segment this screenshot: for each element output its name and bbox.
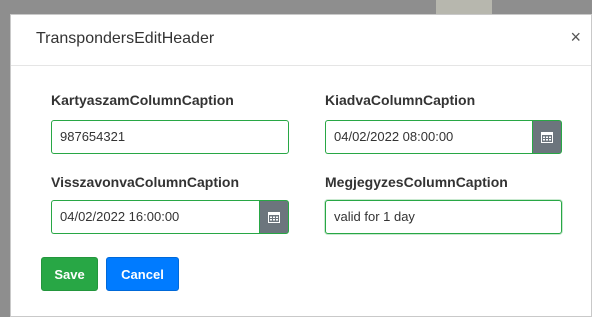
kiadva-label: KiadvaColumnCaption	[325, 92, 476, 108]
background-strip	[436, 0, 492, 14]
kiadva-date-picker: 04/02/2022 08:00:00	[325, 120, 562, 154]
visszavonva-input[interactable]: 04/02/2022 16:00:00	[51, 200, 259, 234]
kartyaszam-input[interactable]: 987654321	[51, 120, 289, 154]
close-button[interactable]: ×	[570, 28, 581, 46]
dialog-header: TranspondersEditHeader ×	[11, 15, 591, 66]
megjegyzes-label: MegjegyzesColumnCaption	[325, 174, 508, 190]
kiadva-input[interactable]: 04/02/2022 08:00:00	[325, 120, 532, 154]
calendar-icon	[268, 212, 280, 223]
save-button[interactable]: Save	[41, 257, 98, 291]
kiadva-calendar-button[interactable]	[532, 120, 562, 154]
calendar-icon	[541, 132, 553, 143]
visszavonva-date-picker: 04/02/2022 16:00:00	[51, 200, 289, 234]
dialog-title: TranspondersEditHeader	[36, 30, 215, 47]
kartyaszam-label: KartyaszamColumnCaption	[51, 92, 234, 108]
visszavonva-calendar-button[interactable]	[259, 200, 289, 234]
cancel-button[interactable]: Cancel	[106, 257, 179, 291]
megjegyzes-input[interactable]: valid for 1 day	[325, 200, 562, 234]
visszavonva-label: VisszavonvaColumnCaption	[51, 174, 240, 190]
